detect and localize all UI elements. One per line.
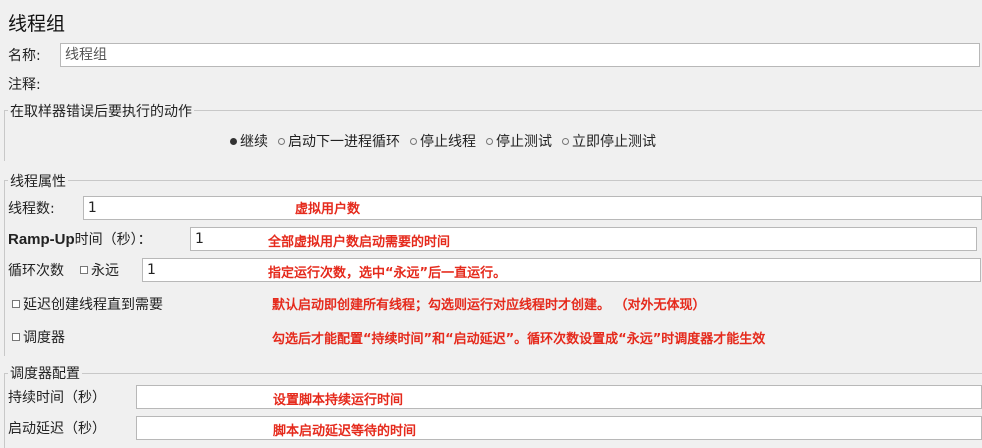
radio-selected-icon bbox=[230, 137, 237, 145]
checkbox-icon bbox=[12, 300, 20, 308]
radio-icon bbox=[410, 137, 417, 145]
duration-row: 持续时间（秒） bbox=[0, 384, 982, 410]
delay-create-row[interactable]: 延迟创建线程直到需要 bbox=[0, 292, 163, 316]
duration-annotation: 设置脚本持续运行时间 bbox=[273, 393, 404, 408]
thread-props-legend: 线程属性 bbox=[8, 171, 68, 191]
loops-annotation: 指定运行次数，选中“永远”后一直运行。 bbox=[268, 266, 507, 281]
radio-icon bbox=[486, 137, 493, 145]
radio-stop-test-now-label: 立即停止测试 bbox=[572, 134, 656, 150]
radio-stop-test-label: 停止测试 bbox=[496, 134, 552, 150]
comment-input[interactable] bbox=[60, 72, 980, 96]
scheduler-annotation: 勾选后才能配置“持续时间”和“启动延迟”。循环次数设置成“永远”时调度器才能生效 bbox=[272, 332, 766, 347]
forever-label: 永远 bbox=[91, 263, 119, 279]
name-row: 名称: 线程组 bbox=[0, 42, 982, 68]
forever-checkbox[interactable]: 永远 bbox=[80, 260, 142, 280]
delay-create-annotation: 默认启动即创建所有线程；勾选则运行对应线程时才创建。 （对外无体现） bbox=[272, 298, 706, 313]
threads-annotation: 虚拟用户数 bbox=[295, 202, 361, 217]
rampup-row: Ramp-Up时间（秒）： 1 bbox=[0, 226, 982, 252]
comment-row: 注释: bbox=[0, 72, 982, 96]
radio-continue[interactable]: 继续 bbox=[230, 131, 268, 151]
startup-delay-row: 启动延迟（秒） bbox=[0, 415, 982, 441]
loops-label: 循环次数 bbox=[8, 263, 64, 279]
error-action-legend: 在取样器错误后要执行的动作 bbox=[8, 101, 194, 121]
name-input[interactable]: 线程组 bbox=[60, 43, 980, 67]
radio-icon bbox=[562, 137, 569, 145]
delay-create-label: 延迟创建线程直到需要 bbox=[23, 297, 163, 313]
startup-delay-annotation: 脚本启动延迟等待的时间 bbox=[273, 424, 417, 439]
startup-delay-input[interactable] bbox=[136, 416, 982, 440]
scheduler-row[interactable]: 调度器 bbox=[0, 325, 65, 349]
checkbox-icon bbox=[12, 333, 20, 341]
rampup-annotation: 全部虚拟用户数启动需要的时间 bbox=[268, 235, 451, 250]
radio-stop-test[interactable]: 停止测试 bbox=[486, 131, 552, 151]
threads-label: 线程数: bbox=[8, 201, 55, 217]
startup-delay-label: 启动延迟（秒） bbox=[8, 421, 106, 437]
checkbox-icon bbox=[80, 266, 88, 274]
radio-stop-thread-label: 停止线程 bbox=[420, 134, 476, 150]
rampup-label-bold: Ramp-Up bbox=[8, 231, 75, 248]
threads-input[interactable]: 1 bbox=[82, 196, 982, 220]
thread-group-title: 线程组 bbox=[8, 13, 66, 35]
radio-stop-test-now[interactable]: 立即停止测试 bbox=[562, 131, 656, 151]
radio-continue-label: 继续 bbox=[240, 134, 268, 150]
scheduler-label: 调度器 bbox=[23, 330, 65, 346]
radio-stop-thread[interactable]: 停止线程 bbox=[410, 131, 476, 151]
scheduler-config-legend: 调度器配置 bbox=[8, 363, 82, 383]
error-action-options: 继续 启动下一进程循环 停止线程 停止测试 立即停止测试 bbox=[230, 131, 656, 151]
duration-input[interactable] bbox=[136, 385, 982, 409]
scheduler-wrap: 调度器 bbox=[0, 327, 65, 347]
threads-row: 线程数: 1 bbox=[0, 195, 982, 221]
rampup-label: Ramp-Up时间（秒）： bbox=[0, 229, 190, 249]
radio-start-next-loop-label: 启动下一进程循环 bbox=[288, 134, 400, 150]
comment-label: 注释: bbox=[8, 77, 41, 93]
radio-icon bbox=[278, 137, 285, 145]
delay-create-wrap: 延迟创建线程直到需要 bbox=[0, 294, 163, 314]
name-label: 名称: bbox=[8, 48, 41, 64]
duration-label: 持续时间（秒） bbox=[8, 390, 106, 406]
rampup-label-rest: 时间（秒）： bbox=[74, 232, 152, 248]
radio-start-next-loop[interactable]: 启动下一进程循环 bbox=[278, 131, 400, 151]
